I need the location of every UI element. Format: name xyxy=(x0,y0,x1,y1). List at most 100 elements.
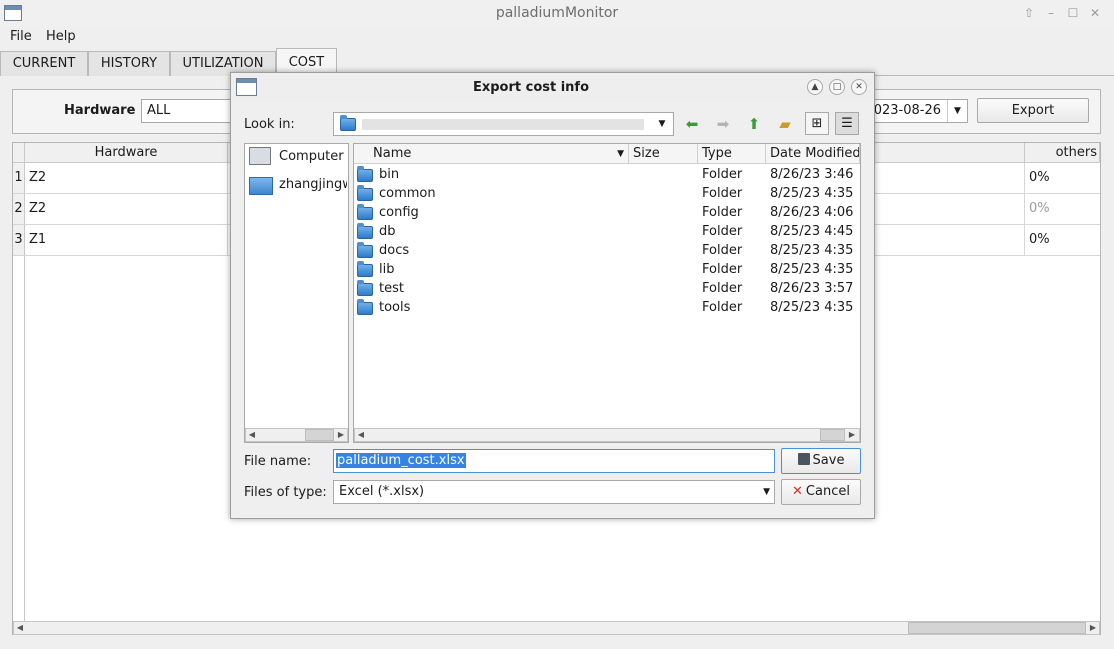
file-date: 8/26/23 3:46 PM xyxy=(770,167,858,182)
file-type-label: Files of type: xyxy=(244,485,327,500)
parent-folder-icon[interactable]: ⬆ xyxy=(744,114,764,134)
home-folder-icon xyxy=(249,177,273,195)
window-maximize-icon[interactable]: ☐ xyxy=(1065,4,1081,22)
dialog-up-icon[interactable]: ▲ xyxy=(807,79,823,95)
save-label: Save xyxy=(812,453,845,468)
file-type: Folder xyxy=(702,262,743,277)
file-name: tools xyxy=(379,300,411,315)
menubar xyxy=(0,26,1114,48)
column-header-size[interactable]: Size xyxy=(629,144,698,164)
file-date: 8/25/23 4:35 PM xyxy=(770,262,858,277)
cell-others[interactable]: 0% xyxy=(1025,225,1100,256)
list-item[interactable]: docs Folder 8/25/23 4:35 PM xyxy=(354,241,860,260)
path-redacted xyxy=(362,119,644,130)
cancel-label: Cancel xyxy=(805,484,850,499)
cancel-icon: ✕ xyxy=(792,484,803,499)
table-corner xyxy=(13,143,25,163)
file-name: test xyxy=(379,281,404,296)
end-date-value: 2023-08-26 xyxy=(865,103,941,118)
list-item[interactable]: common Folder 8/25/23 4:35 PM xyxy=(354,184,860,203)
window-up-icon[interactable]: ⇧ xyxy=(1021,4,1037,22)
row-number: 1 xyxy=(13,163,25,194)
file-type: Folder xyxy=(702,224,743,239)
tab-history[interactable]: HISTORY xyxy=(88,51,170,76)
scroll-right-icon[interactable]: ▶ xyxy=(1087,622,1099,634)
scroll-right-icon[interactable]: ▶ xyxy=(846,429,858,441)
look-in-select[interactable]: ▼ xyxy=(333,112,674,136)
file-type: Folder xyxy=(702,167,743,182)
dialog-maximize-icon[interactable]: □ xyxy=(829,79,845,95)
file-list-scrollbar[interactable] xyxy=(354,428,860,442)
tab-current[interactable]: CURRENT xyxy=(0,51,88,76)
column-header-others[interactable]: others xyxy=(1025,143,1100,163)
file-name: db xyxy=(379,224,396,239)
column-header-hardware[interactable]: Hardware xyxy=(25,143,228,163)
list-item[interactable]: tools Folder 8/25/23 4:35 PM xyxy=(354,298,860,317)
scroll-left-icon[interactable]: ◀ xyxy=(355,429,367,441)
file-name: docs xyxy=(379,243,410,258)
cancel-button[interactable]: ✕ Cancel xyxy=(781,479,861,505)
list-item[interactable]: config Folder 8/26/23 4:06 PM xyxy=(354,203,860,222)
icon-view-button[interactable]: ⊞ xyxy=(805,112,829,135)
folder-icon xyxy=(340,115,356,131)
list-item[interactable]: bin Folder 8/26/23 3:46 PM xyxy=(354,165,860,184)
file-type: Folder xyxy=(702,281,743,296)
file-date: 8/25/23 4:35 PM xyxy=(770,243,858,258)
save-icon xyxy=(797,453,810,465)
export-button[interactable]: Export xyxy=(977,98,1089,123)
menu-help[interactable]: Help xyxy=(46,29,76,44)
sidebar-item-computer[interactable]: Computer xyxy=(279,149,344,164)
scroll-left-icon[interactable]: ◀ xyxy=(246,429,258,441)
file-date: 8/25/23 4:35 PM xyxy=(770,300,858,315)
list-item[interactable]: test Folder 8/26/23 3:57 PM xyxy=(354,279,860,298)
computer-icon xyxy=(249,147,271,165)
forward-icon[interactable]: ➡ xyxy=(713,114,733,134)
scrollbar-thumb[interactable] xyxy=(908,622,1086,634)
file-type: Folder xyxy=(702,300,743,315)
detail-view-button[interactable]: ☰ xyxy=(835,112,859,135)
back-icon[interactable]: ⬅ xyxy=(682,114,702,134)
file-name-value: palladium_cost.xlsx xyxy=(336,453,466,468)
file-name: lib xyxy=(379,262,395,277)
scrollbar-thumb[interactable] xyxy=(305,429,334,441)
list-item[interactable]: lib Folder 8/25/23 4:35 PM xyxy=(354,260,860,279)
folder-icon xyxy=(357,242,373,258)
cell-others[interactable]: 0% xyxy=(1025,194,1100,225)
dialog-close-icon[interactable]: ✕ xyxy=(851,79,867,95)
file-date: 8/26/23 3:57 PM xyxy=(770,281,858,296)
scroll-right-icon[interactable]: ▶ xyxy=(335,429,347,441)
cell-hardware[interactable]: Z2 xyxy=(25,163,228,194)
column-header-date[interactable]: Date Modified xyxy=(766,144,860,164)
cell-hardware[interactable]: Z2 xyxy=(25,194,228,225)
sort-desc-icon: ▼ xyxy=(617,149,624,159)
file-name: bin xyxy=(379,167,400,182)
chevron-down-icon: ▼ xyxy=(763,487,770,497)
window-title: palladiumMonitor xyxy=(495,5,619,21)
new-folder-icon[interactable]: ▰ xyxy=(775,114,795,134)
menu-file[interactable]: File xyxy=(10,29,32,44)
file-date: 8/25/23 4:45 PM xyxy=(770,224,858,239)
file-type: Folder xyxy=(702,186,743,201)
sidebar-item-home[interactable]: zhangjingwei xyxy=(279,177,347,192)
column-header-name[interactable]: Name ▼ xyxy=(354,144,629,164)
dialog-title: Export cost info xyxy=(472,80,590,95)
window-close-icon[interactable]: ✕ xyxy=(1087,4,1103,22)
cell-others[interactable]: 0% xyxy=(1025,163,1100,194)
file-name-input[interactable]: palladium_cost.xlsx xyxy=(333,449,775,473)
column-header-type[interactable]: Type xyxy=(698,144,766,164)
scroll-left-icon[interactable]: ◀ xyxy=(14,622,26,634)
list-item[interactable]: db Folder 8/25/23 4:45 PM xyxy=(354,222,860,241)
name-header-label: Name xyxy=(373,146,412,161)
file-name-label: File name: xyxy=(244,454,312,469)
cell-hardware[interactable]: Z1 xyxy=(25,225,228,256)
file-type: Folder xyxy=(702,205,743,220)
row-number: 3 xyxy=(13,225,25,256)
hardware-select[interactable]: ALL xyxy=(141,99,233,123)
scrollbar-thumb[interactable] xyxy=(820,429,845,441)
file-name: common xyxy=(379,186,436,201)
file-date: 8/26/23 4:06 PM xyxy=(770,205,858,220)
window-minimize-icon[interactable]: – xyxy=(1043,4,1059,22)
save-button[interactable]: Save xyxy=(781,448,861,474)
hardware-label: Hardware xyxy=(64,103,136,118)
file-type-select[interactable]: Excel (*.xlsx) ▼ xyxy=(333,480,775,504)
